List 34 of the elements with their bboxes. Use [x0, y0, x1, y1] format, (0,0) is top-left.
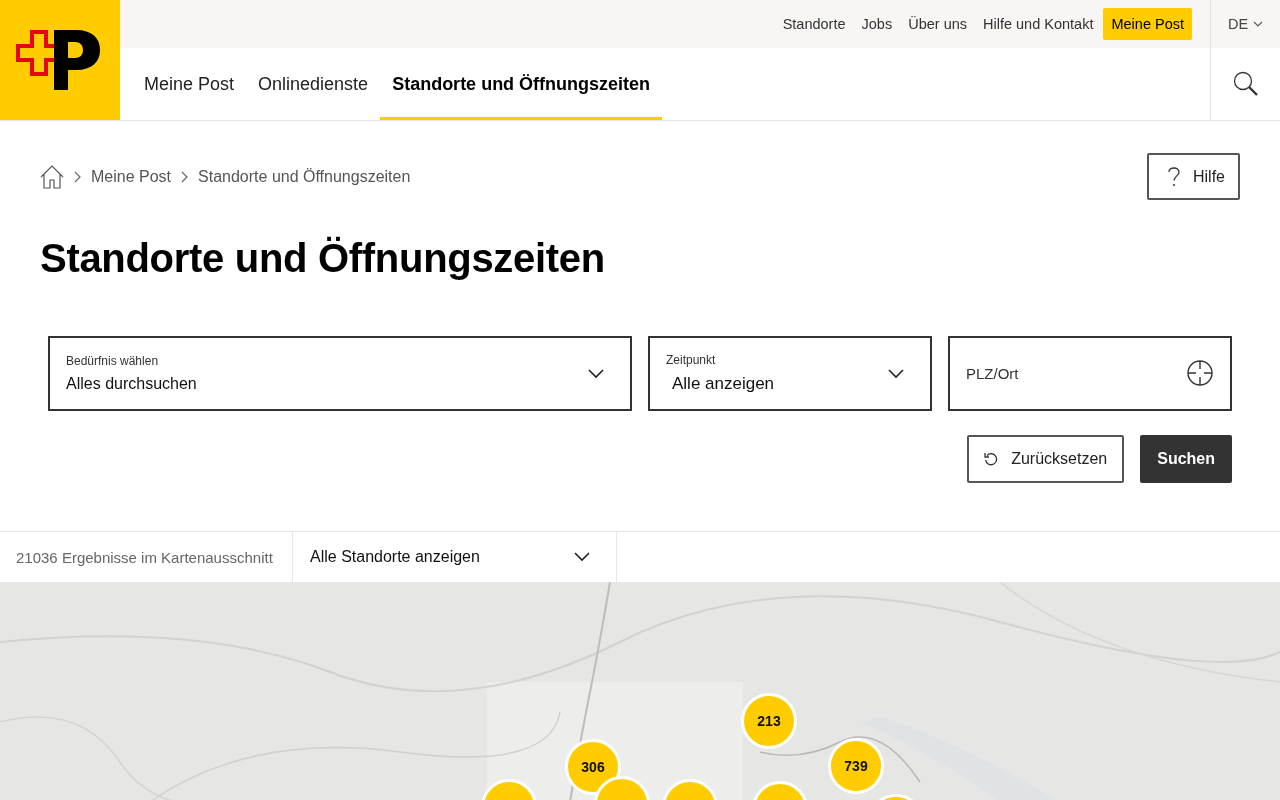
chevron-down-icon — [1253, 21, 1264, 27]
home-icon[interactable] — [40, 164, 64, 189]
search-button[interactable]: Suchen — [1140, 435, 1232, 483]
language-select[interactable]: DE — [1210, 0, 1280, 48]
breadcrumb-current: Standorte und Öffnungszeiten — [198, 167, 411, 186]
nav-tab[interactable]: Onlinedienste — [246, 48, 381, 120]
top-link[interactable]: Hilfe und Kontakt — [977, 9, 1100, 39]
crosshair-icon[interactable] — [1186, 359, 1214, 387]
field-value: Alle anzeigen — [672, 374, 775, 394]
chevron-down-icon — [574, 552, 590, 562]
chevron-down-icon — [888, 368, 904, 379]
chevron-down-icon — [588, 368, 604, 379]
nav-tab[interactable]: Standorte und Öffnungszeiten — [380, 48, 663, 120]
field-label: Zeitpunkt — [666, 353, 717, 367]
account-button[interactable]: Meine Post — [1103, 8, 1192, 40]
search-icon[interactable] — [1232, 71, 1259, 97]
reset-button[interactable]: Zurücksetzen — [967, 435, 1125, 483]
top-link[interactable]: Jobs — [855, 9, 899, 39]
field-label: Bedürfnis wählen — [66, 354, 160, 368]
chevron-icon — [74, 170, 81, 183]
reset-icon — [984, 452, 999, 466]
top-link[interactable]: Über uns — [902, 9, 973, 39]
post-logo[interactable] — [0, 0, 120, 120]
page-title: Standorte und Öffnungszeiten — [40, 236, 606, 281]
breadcrumb-link[interactable]: Meine Post — [91, 167, 172, 186]
dropdown-field[interactable]: Zeitpunkt Alle anzeigen — [648, 336, 932, 411]
location-field[interactable]: PLZ/Ort — [948, 336, 1232, 411]
top-link[interactable]: Standorte — [776, 9, 852, 39]
question-mark-icon — [1167, 166, 1181, 187]
help-button[interactable]: Hilfe — [1147, 153, 1240, 200]
nav-tab[interactable]: Meine Post — [132, 48, 247, 120]
chevron-icon — [181, 170, 189, 183]
field-value: Alles durchsuchen — [66, 375, 197, 393]
dropdown-field[interactable]: Bedürfnis wählen Alles durchsuchen — [48, 336, 632, 411]
